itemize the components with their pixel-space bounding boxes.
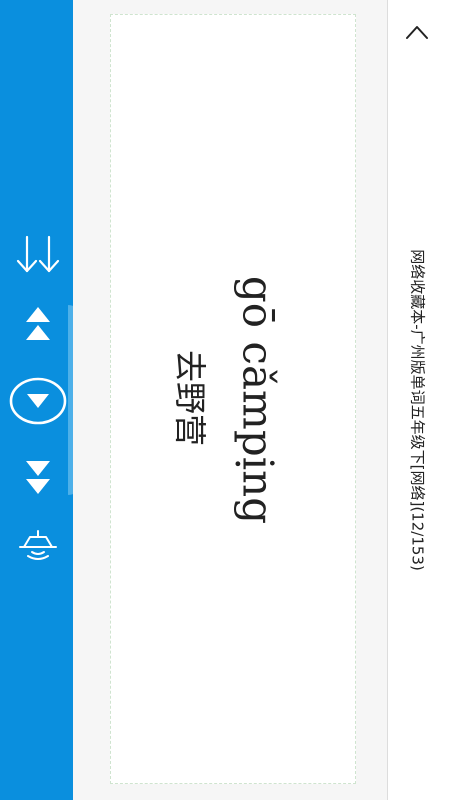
double-down-icon[interactable] — [22, 458, 54, 498]
page-title: 网络收藏本-广州版单词五年级下[网络](12/153) — [408, 249, 427, 571]
back-chevron-icon[interactable] — [404, 22, 430, 42]
repeat-all-icon[interactable] — [14, 234, 62, 276]
double-up-icon[interactable] — [22, 305, 54, 345]
word-meaning: 去野营 — [171, 349, 209, 447]
down-circle-icon[interactable] — [8, 375, 68, 427]
word-text: gō cǎmpịng — [233, 275, 283, 525]
speaker-icon[interactable] — [14, 527, 62, 563]
